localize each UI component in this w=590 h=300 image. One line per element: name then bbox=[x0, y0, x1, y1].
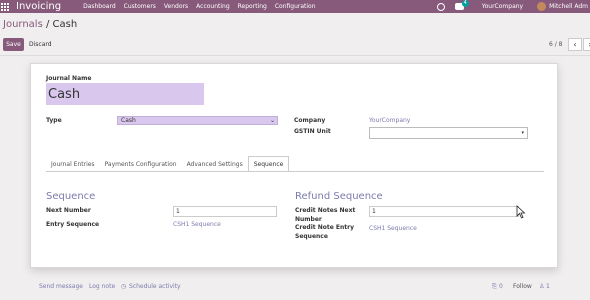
pager-value[interactable]: 6 / 8 bbox=[549, 41, 562, 48]
tab-journal-entries[interactable]: Journal Entries bbox=[46, 156, 100, 172]
message-count-badge: 4 bbox=[461, 0, 469, 7]
menu-reporting[interactable]: Reporting bbox=[238, 3, 267, 10]
company-field[interactable]: YourCompany bbox=[369, 117, 410, 124]
menu-accounting[interactable]: Accounting bbox=[196, 3, 230, 10]
save-button[interactable]: Save bbox=[3, 38, 24, 51]
gstin-unit-select[interactable]: ▾ bbox=[369, 127, 528, 139]
journal-name-label: Journal Name bbox=[46, 75, 92, 82]
breadcrumb: Journals / Cash bbox=[3, 19, 77, 30]
clock-icon: ◷ bbox=[121, 283, 127, 290]
tab-payments-configuration[interactable]: Payments Configuration bbox=[100, 156, 182, 172]
apps-menu-icon[interactable] bbox=[0, 0, 10, 13]
type-value: Cash bbox=[121, 117, 136, 124]
chatter-bar: Send message Log note ◷ Schedule activit… bbox=[0, 283, 590, 295]
next-number-input[interactable]: 1 bbox=[173, 206, 277, 217]
top-navbar: Invoicing Dashboard Customers Vendors Ac… bbox=[0, 0, 590, 13]
main-menu: Dashboard Customers Vendors Accounting R… bbox=[83, 3, 315, 10]
navbar-right: 4 YourCompany Mitchell Adm bbox=[436, 0, 590, 13]
control-panel-divider bbox=[0, 55, 590, 56]
user-menu[interactable]: Mitchell Adm bbox=[549, 3, 588, 10]
form-sheet: Journal Name Cash Type Cash ⌄ Company Yo… bbox=[30, 63, 558, 268]
messaging-icon[interactable]: 4 bbox=[454, 0, 469, 10]
gstin-unit-label: GSTIN Unit bbox=[294, 128, 331, 135]
breadcrumb-separator: / bbox=[45, 19, 50, 30]
type-select[interactable]: Cash ⌄ bbox=[117, 116, 278, 125]
notebook-tabs: Journal Entries Payments Configuration A… bbox=[46, 156, 290, 172]
app-title: Invoicing bbox=[16, 1, 62, 12]
discard-button[interactable]: Discard bbox=[29, 38, 52, 51]
menu-dashboard[interactable]: Dashboard bbox=[83, 3, 116, 10]
chevron-down-icon: ⌄ bbox=[269, 117, 275, 124]
company-switcher[interactable]: YourCompany bbox=[482, 3, 523, 10]
followers-count[interactable]: 1 bbox=[546, 283, 550, 290]
mouse-cursor-icon bbox=[516, 205, 526, 219]
company-label: Company bbox=[294, 117, 326, 124]
pager-previous-button[interactable]: ‹ bbox=[568, 38, 582, 51]
credit-note-entry-label-line-1: Credit Note Entry bbox=[295, 224, 355, 231]
menu-configuration[interactable]: Configuration bbox=[275, 3, 316, 10]
refund-sequence-heading: Refund Sequence bbox=[295, 191, 383, 202]
credit-note-entry-label-line-2: Sequence bbox=[295, 233, 328, 240]
tab-sequence[interactable]: Sequence bbox=[247, 156, 290, 172]
credit-notes-next-number-label: Credit Notes Next Number bbox=[295, 207, 355, 223]
tab-advanced-settings[interactable]: Advanced Settings bbox=[182, 156, 248, 172]
schedule-activity-button[interactable]: Schedule activity bbox=[129, 283, 181, 290]
log-note-button[interactable]: Log note bbox=[89, 283, 115, 290]
next-number-label: Next Number bbox=[46, 207, 91, 214]
menu-vendors[interactable]: Vendors bbox=[164, 3, 188, 10]
credit-note-entry-sequence-label: Credit Note Entry Sequence bbox=[295, 224, 354, 240]
credit-note-entry-sequence-link[interactable]: CSH1 Sequence bbox=[369, 225, 417, 232]
followers-icon[interactable]: ♙ bbox=[539, 283, 544, 290]
user-avatar[interactable] bbox=[537, 2, 547, 11]
paperclip-icon[interactable]: ⎘ bbox=[492, 283, 497, 291]
credit-notes-label-line-2: Number bbox=[295, 216, 322, 223]
tabs-underline bbox=[46, 171, 544, 172]
journal-name-input[interactable]: Cash bbox=[46, 83, 204, 105]
credit-notes-next-number-input[interactable]: 1 bbox=[369, 206, 519, 217]
type-label: Type bbox=[46, 117, 62, 124]
dropdown-caret-icon: ▾ bbox=[521, 130, 524, 136]
breadcrumb-journals[interactable]: Journals bbox=[3, 19, 43, 30]
entry-sequence-label: Entry Sequence bbox=[46, 221, 100, 228]
credit-notes-label-line-1: Credit Notes Next bbox=[295, 207, 356, 214]
breadcrumb-current: Cash bbox=[52, 19, 78, 30]
sequence-heading: Sequence bbox=[46, 191, 96, 202]
attachment-count[interactable]: 0 bbox=[499, 283, 503, 290]
activity-clock-icon[interactable] bbox=[436, 2, 445, 11]
menu-customers[interactable]: Customers bbox=[124, 3, 156, 10]
pager-next-button[interactable]: › bbox=[583, 38, 590, 51]
follow-button[interactable]: Follow bbox=[513, 283, 532, 290]
send-message-button[interactable]: Send message bbox=[39, 283, 83, 290]
entry-sequence-link[interactable]: CSH1 Sequence bbox=[173, 221, 221, 228]
